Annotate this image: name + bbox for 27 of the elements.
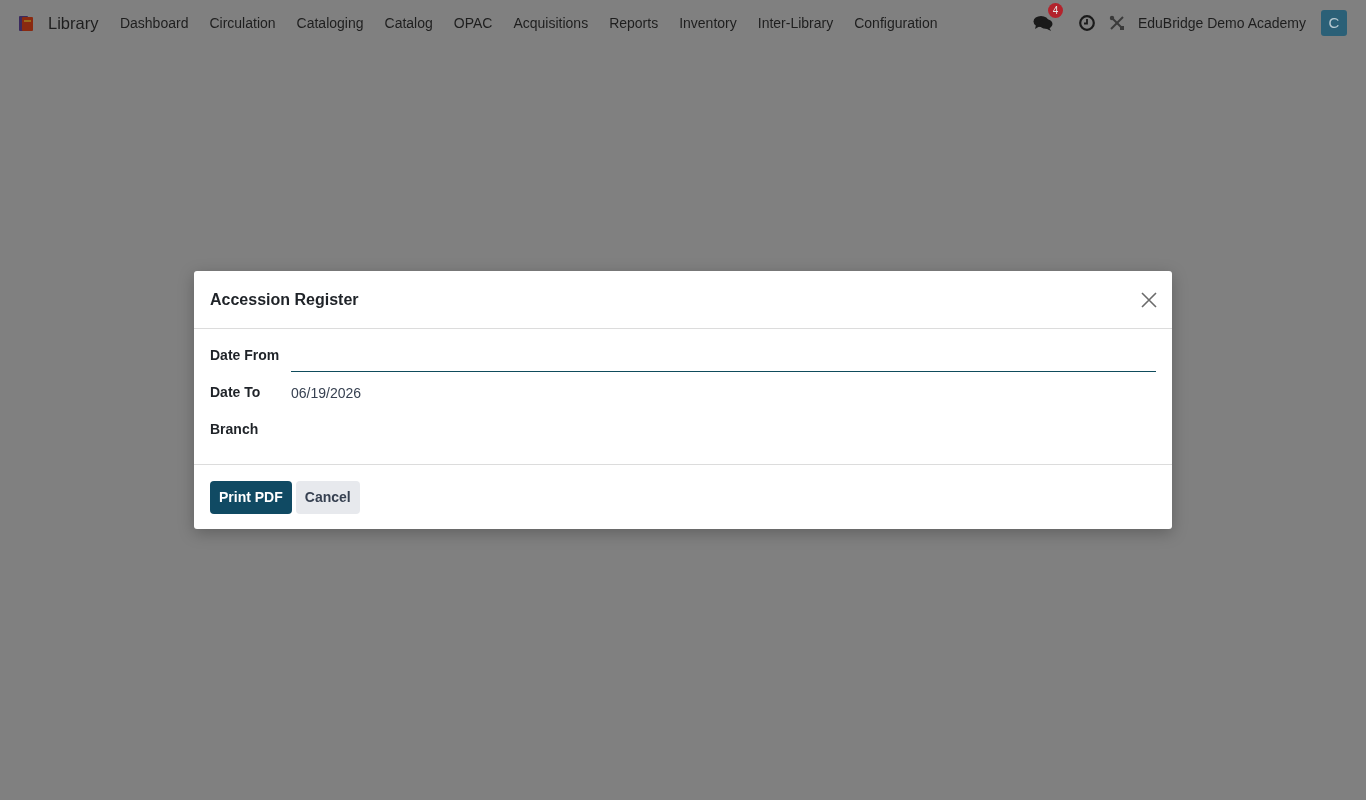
menu-link[interactable]: Reports	[598, 12, 669, 34]
message-count-badge: 4	[1047, 2, 1063, 18]
chat-icon[interactable]	[1032, 14, 1053, 32]
field-label: Branch	[210, 420, 260, 439]
field-label: Date To	[210, 383, 262, 402]
menu-link[interactable]: Cataloging	[286, 12, 374, 34]
book-icon	[18, 14, 35, 32]
close-icon	[1141, 291, 1157, 308]
close-button[interactable]	[1141, 291, 1157, 308]
menu-link[interactable]: Circulation	[198, 12, 287, 34]
print-button[interactable]: Print PDF	[210, 481, 292, 514]
company-name[interactable]: EduBridge Demo Academy	[1137, 12, 1306, 34]
tools-icon[interactable]	[1108, 15, 1125, 31]
field-label: Date From	[210, 346, 281, 365]
dialog-title: Accession Register	[210, 289, 359, 310]
user-avatar[interactable]: C	[1321, 10, 1347, 36]
clock-icon[interactable]	[1078, 15, 1095, 31]
cancel-button[interactable]: Cancel	[295, 481, 360, 514]
input-field[interactable]: 06/19/2026	[291, 378, 1156, 409]
menu-link[interactable]: OPAC	[443, 12, 503, 34]
app-name[interactable]: Library	[48, 10, 99, 36]
menu-link[interactable]: Dashboard	[109, 12, 199, 34]
menu-link[interactable]: Acquisitions	[502, 12, 599, 34]
menu-link[interactable]: Catalog	[374, 12, 444, 34]
menu-link[interactable]: Inventory	[668, 12, 748, 34]
menu-link[interactable]: Configuration	[843, 12, 948, 34]
menu-link[interactable]: Inter-Library	[747, 12, 844, 34]
